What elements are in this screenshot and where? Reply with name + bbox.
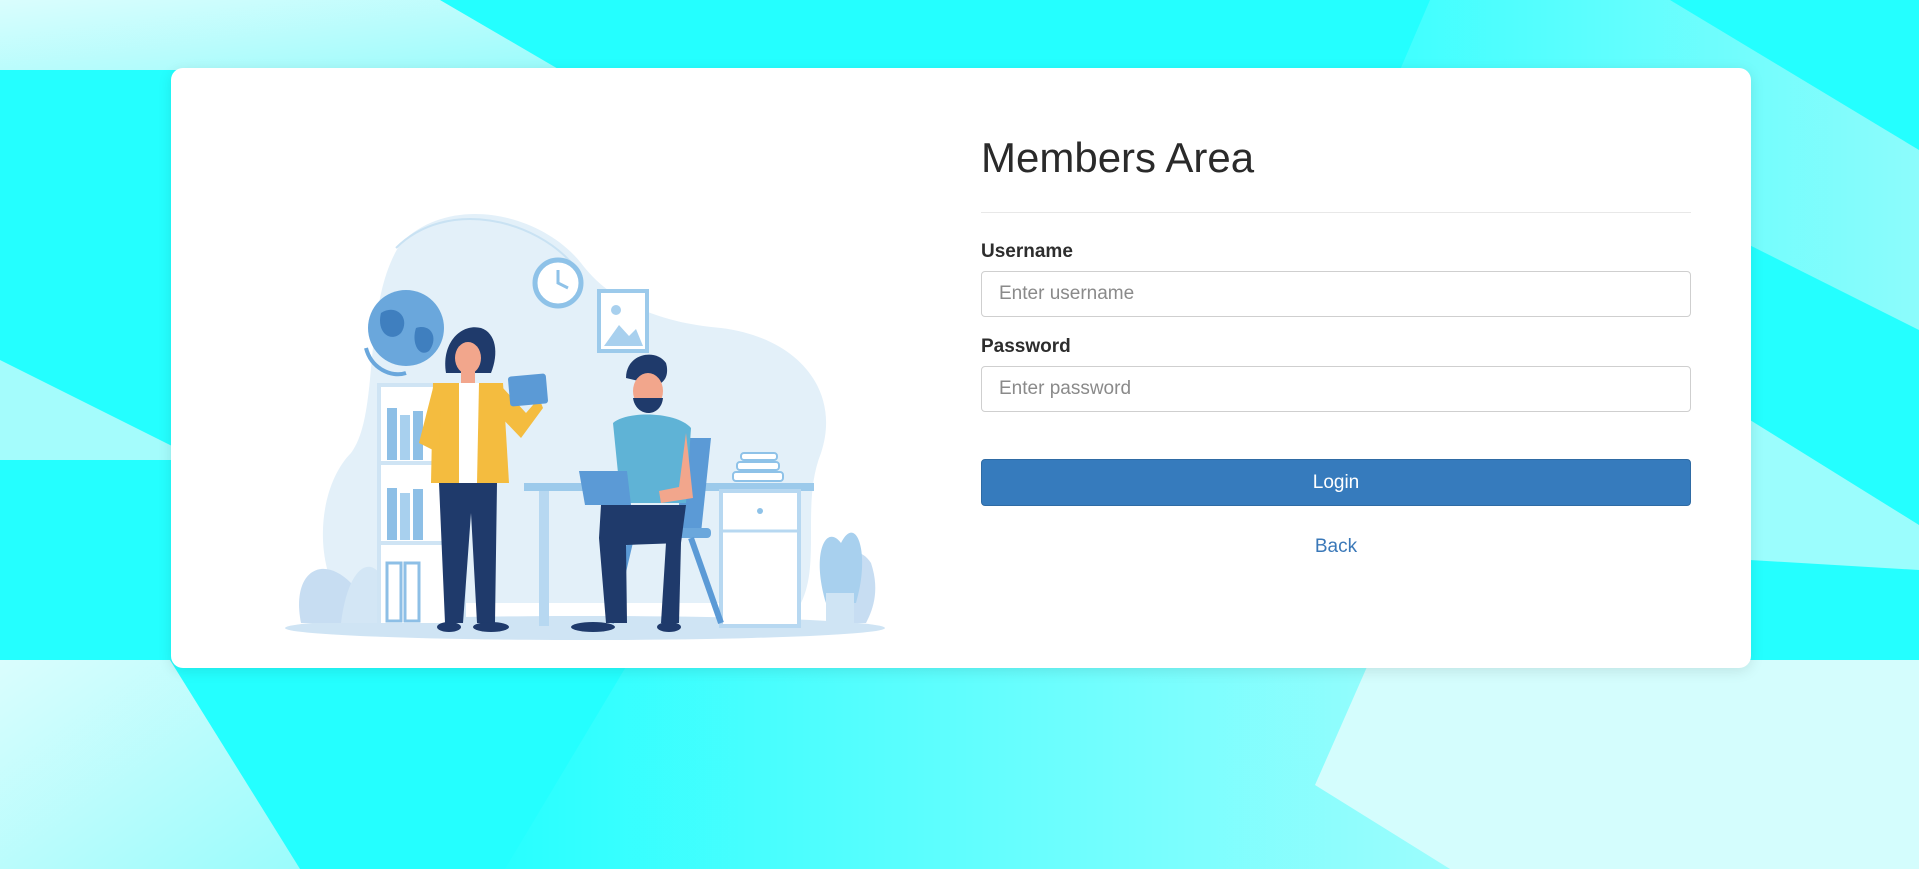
password-input[interactable] xyxy=(981,366,1691,412)
username-input[interactable] xyxy=(981,271,1691,317)
login-card: Members Area Username Password Login Bac… xyxy=(171,68,1751,668)
password-label: Password xyxy=(981,336,1071,357)
login-button[interactable]: Login xyxy=(981,459,1691,506)
login-form: Members Area Username Password Login Bac… xyxy=(981,126,1691,558)
page-title: Members Area xyxy=(981,134,1255,181)
office-team-illustration xyxy=(285,214,885,640)
divider xyxy=(981,212,1691,213)
username-label: Username xyxy=(981,241,1073,262)
back-link[interactable]: Back xyxy=(981,536,1691,558)
password-group: Password xyxy=(981,336,1691,412)
username-group: Username xyxy=(981,241,1691,317)
